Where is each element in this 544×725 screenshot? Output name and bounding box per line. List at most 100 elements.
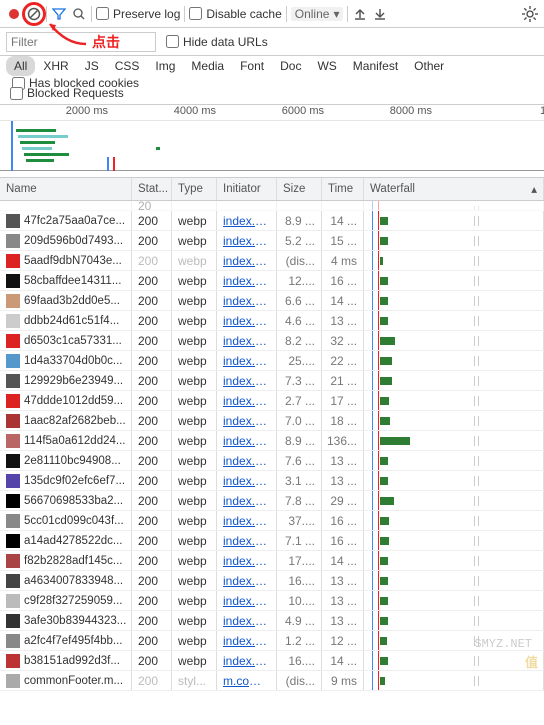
file-icon — [6, 434, 20, 448]
initiator-link[interactable]: index.63... — [223, 654, 270, 668]
cell-time: 14 ... — [322, 551, 364, 570]
initiator-link[interactable]: m.comm... — [223, 674, 270, 688]
filter-icon[interactable] — [51, 6, 67, 22]
initiator-link[interactable]: index.63... — [223, 414, 270, 428]
table-row[interactable]: a2fc4f7ef495f4bb...200webpindex.63...1.2… — [0, 631, 544, 651]
column-header-waterfall[interactable]: Waterfall▴ — [364, 178, 544, 200]
table-row[interactable]: 47fc2a75aa0a7ce...200webpindex.63...8.9 … — [0, 211, 544, 231]
initiator-link[interactable]: index.63... — [223, 214, 270, 228]
table-row[interactable]: ddbb24d61c51f4...200webpindex.63...4.6 .… — [0, 311, 544, 331]
initiator-link[interactable]: index.63... — [223, 434, 270, 448]
table-row[interactable]: 1aac82af2682beb...200webpindex.63...7.0 … — [0, 411, 544, 431]
initiator-link[interactable]: index.63... — [223, 634, 270, 648]
column-header-status[interactable]: Stat... — [132, 178, 172, 200]
initiator-link[interactable]: index.63... — [223, 494, 270, 508]
table-row[interactable]: a4634007833948...200webpindex.63...16...… — [0, 571, 544, 591]
record-icon[interactable] — [6, 6, 22, 22]
table-row[interactable]: 58cbaffdee14311...200webpindex.63...12..… — [0, 271, 544, 291]
initiator-link[interactable]: index.63... — [223, 574, 270, 588]
table-row[interactable]: 20 — [0, 201, 544, 211]
cell-type: webp — [172, 651, 217, 670]
initiator-link[interactable]: index.63... — [223, 554, 270, 568]
throttling-select[interactable]: Online▾ — [291, 7, 344, 21]
timeline-ruler[interactable]: 2000 ms 4000 ms 6000 ms 8000 ms 1 — [0, 105, 544, 121]
table-row[interactable]: 209d596b0d7493...200webpindex.63...5.2 .… — [0, 231, 544, 251]
cell-time: 22 ... — [322, 351, 364, 370]
initiator-link[interactable]: index.63... — [223, 454, 270, 468]
initiator-link[interactable]: index.63... — [223, 374, 270, 388]
filter-type-img[interactable]: Img — [147, 56, 183, 76]
table-row[interactable]: f82b2828adf145c...200webpindex.63...17..… — [0, 551, 544, 571]
download-icon[interactable] — [372, 6, 388, 22]
hide-data-urls-checkbox[interactable]: Hide data URLs — [166, 35, 268, 49]
search-icon[interactable] — [71, 6, 87, 22]
table-row[interactable]: 2e81110bc94908...200webpindex.63...7.6 .… — [0, 451, 544, 471]
cell-type: webp — [172, 311, 217, 330]
cell-type: webp — [172, 611, 217, 630]
timeline-overview[interactable] — [0, 121, 544, 171]
table-row[interactable]: 135dc9f02efc6ef7...200webpindex.63...3.1… — [0, 471, 544, 491]
initiator-link[interactable]: index.63... — [223, 274, 270, 288]
table-row[interactable]: 47ddde1012dd59...200webpindex.63...2.7 .… — [0, 391, 544, 411]
filter-input[interactable] — [6, 32, 156, 52]
filter-type-other[interactable]: Other — [406, 56, 452, 76]
initiator-link[interactable]: index.63... — [223, 594, 270, 608]
cell-status: 200 — [132, 291, 172, 310]
table-row[interactable]: 69faad3b2dd0e5...200webpindex.63...6.6 .… — [0, 291, 544, 311]
initiator-link[interactable]: index.63... — [223, 354, 270, 368]
initiator-link[interactable]: index.63... — [223, 394, 270, 408]
initiator-link[interactable]: index.63... — [223, 474, 270, 488]
filter-type-manifest[interactable]: Manifest — [345, 56, 406, 76]
disable-cache-checkbox[interactable]: Disable cache — [189, 7, 281, 21]
filter-type-font[interactable]: Font — [232, 56, 272, 76]
table-row[interactable]: 129929b6e23949...200webpindex.63...7.3 .… — [0, 371, 544, 391]
filter-type-js[interactable]: JS — [77, 56, 107, 76]
column-header-size[interactable]: Size — [277, 178, 322, 200]
cell-time: 13 ... — [322, 611, 364, 630]
sort-indicator-icon: ▴ — [531, 182, 537, 196]
filter-type-xhr[interactable]: XHR — [35, 56, 76, 76]
column-header-name[interactable]: Name — [0, 178, 132, 200]
cell-waterfall — [364, 551, 544, 570]
table-row[interactable]: 5cc01cd099c043f...200webpindex.63...37..… — [0, 511, 544, 531]
initiator-link[interactable]: index.63... — [223, 234, 270, 248]
table-row[interactable]: commonFooter.m...200styl...m.comm...(dis… — [0, 671, 544, 691]
cell-size: 16.... — [277, 651, 322, 670]
blocked-requests-checkbox[interactable]: Blocked Requests — [10, 86, 124, 100]
table-row[interactable]: c9f28f327259059...200webpindex.63...10..… — [0, 591, 544, 611]
table-row[interactable]: 56670698533ba2...200webpindex.63...7.8 .… — [0, 491, 544, 511]
filter-type-doc[interactable]: Doc — [272, 56, 309, 76]
preserve-log-checkbox[interactable]: Preserve log — [96, 7, 180, 21]
table-row[interactable]: a14ad4278522dc...200webpindex.63...7.1 .… — [0, 531, 544, 551]
filter-type-media[interactable]: Media — [183, 56, 232, 76]
cell-initiator: index.63... — [217, 591, 277, 610]
initiator-link[interactable]: index.63... — [223, 314, 270, 328]
table-row[interactable]: 1d4a33704d0b0c...200webpindex.63...25...… — [0, 351, 544, 371]
filter-type-all[interactable]: All — [6, 56, 35, 76]
table-row[interactable]: 5aadf9dbN7043e...200webpindex.63...(dis.… — [0, 251, 544, 271]
initiator-link[interactable]: index.63... — [223, 534, 270, 548]
column-header-initiator[interactable]: Initiator — [217, 178, 277, 200]
initiator-link[interactable]: index.63... — [223, 294, 270, 308]
cell-type: webp — [172, 451, 217, 470]
initiator-link[interactable]: index.63... — [223, 514, 270, 528]
table-row[interactable]: 3afe30b83944323...200webpindex.63...4.9 … — [0, 611, 544, 631]
filter-type-css[interactable]: CSS — [107, 56, 148, 76]
clear-icon[interactable] — [26, 6, 42, 22]
column-header-type[interactable]: Type — [172, 178, 217, 200]
upload-icon[interactable] — [352, 6, 368, 22]
column-header-time[interactable]: Time — [322, 178, 364, 200]
table-row[interactable]: b38151ad992d3f...200webpindex.63...16...… — [0, 651, 544, 671]
initiator-link[interactable]: index.63... — [223, 254, 270, 268]
initiator-link[interactable]: index.63... — [223, 614, 270, 628]
cell-type: webp — [172, 371, 217, 390]
cell-size: (dis... — [277, 251, 322, 270]
initiator-link[interactable]: index.63... — [223, 334, 270, 348]
filter-type-ws[interactable]: WS — [309, 56, 344, 76]
cell-initiator: index.63... — [217, 391, 277, 410]
cell-waterfall — [364, 271, 544, 290]
cell-status: 200 — [132, 411, 172, 430]
table-row[interactable]: d6503c1ca57331...200webpindex.63...8.2 .… — [0, 331, 544, 351]
gear-icon[interactable] — [522, 6, 538, 22]
table-row[interactable]: 114f5a0a612dd24...200webpindex.63...8.9 … — [0, 431, 544, 451]
